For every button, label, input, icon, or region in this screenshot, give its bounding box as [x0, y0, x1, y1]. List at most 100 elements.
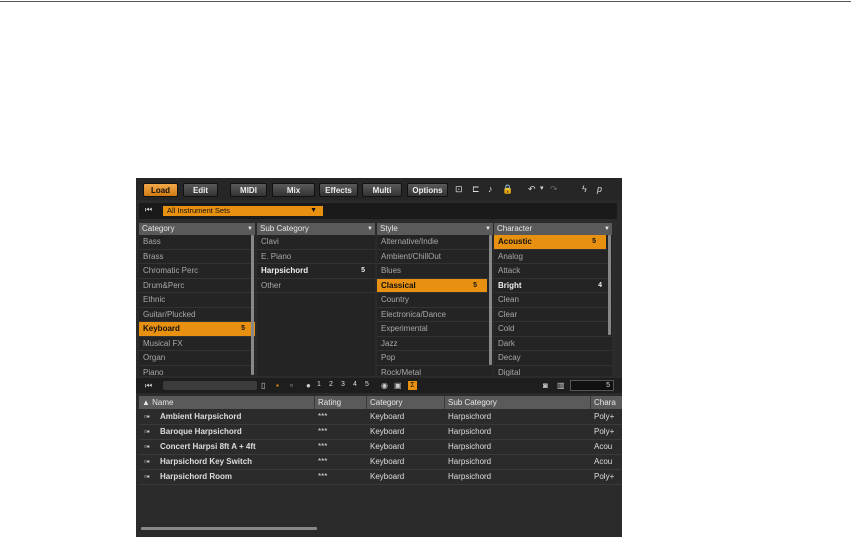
style-item[interactable]: Rock/Metal	[377, 366, 493, 377]
table-row[interactable]: ▫▪ Harpsichord Key Switch *** Keyboard H…	[139, 455, 622, 470]
category-column: Category ▼ Bass Brass Chromatic Perc Drum…	[139, 223, 255, 376]
rating-1[interactable]: 1	[317, 381, 321, 388]
row-character: Acou	[594, 442, 613, 451]
style-item[interactable]: Experimental	[377, 322, 493, 337]
sync-icon[interactable]: ◙	[543, 381, 548, 390]
tab-edit[interactable]: Edit	[183, 183, 218, 197]
rating-column-header[interactable]: Rating	[315, 396, 367, 409]
p-icon[interactable]: p	[597, 184, 602, 194]
category-header[interactable]: Category ▼	[139, 223, 255, 235]
rating-5[interactable]: 5	[365, 381, 369, 388]
view-mode-icon[interactable]: ▯	[261, 381, 265, 390]
category-item[interactable]: Guitar/Plucked	[139, 308, 255, 322]
style-item[interactable]: Alternative/Indie	[377, 235, 493, 250]
category-item-selected[interactable]: Keyboard 5	[139, 322, 255, 337]
chevron-down-icon: ▼	[367, 226, 373, 232]
settings-icon[interactable]: ◉	[381, 381, 388, 390]
subcategory-item[interactable]: E. Piano	[257, 250, 375, 264]
skip-back-icon[interactable]: ⏮	[145, 381, 152, 391]
tab-options[interactable]: Options	[407, 183, 448, 197]
undo-dropdown-icon[interactable]: ▾	[540, 184, 544, 192]
category-item[interactable]: Musical FX	[139, 337, 255, 351]
rating-3[interactable]: 3	[341, 381, 345, 388]
undo-icon[interactable]: ↶	[528, 184, 536, 195]
program-filter-icon[interactable]: ▪	[276, 381, 279, 390]
character-item[interactable]: Attack	[494, 264, 612, 279]
table-row[interactable]: ▫▪ Ambient Harpsichord *** Keyboard Harp…	[139, 410, 622, 425]
skip-back-icon[interactable]: ⏮	[145, 205, 152, 215]
category-item[interactable]: Drum&Perc	[139, 279, 255, 293]
character-scrollbar[interactable]	[608, 235, 611, 335]
character-item[interactable]: Analog	[494, 250, 612, 264]
lock-icon[interactable]: 🔒	[502, 184, 513, 195]
row-rating: ***	[318, 457, 328, 466]
tab-multi[interactable]: Multi	[362, 183, 402, 197]
tab-effects[interactable]: Effects	[319, 183, 358, 197]
category-column-header[interactable]: Category	[367, 396, 445, 409]
style-item[interactable]: Electronica/Dance	[377, 308, 493, 322]
table-row[interactable]: ▫▪ Baroque Harpsichord *** Keyboard Harp…	[139, 425, 622, 440]
text-search-input[interactable]	[163, 381, 257, 390]
table-row[interactable]: ▫▪ Harpsichord Room *** Keyboard Harpsic…	[139, 470, 622, 485]
name-column-header[interactable]: ▲ Name	[139, 396, 315, 409]
subcategory-item[interactable]: Clavi	[257, 235, 375, 250]
style-item[interactable]: Jazz	[377, 337, 493, 351]
style-item[interactable]: Blues	[377, 264, 493, 279]
instrument-browser: Load Edit MIDI Mix Effects Multi Options…	[136, 178, 622, 537]
performance-icon[interactable]: ϟ	[582, 184, 587, 194]
style-item-selected[interactable]: Classical 5	[377, 278, 487, 293]
category-item[interactable]: Organ	[139, 351, 255, 366]
character-item[interactable]: Clean	[494, 293, 612, 308]
subcategory-column-header[interactable]: Sub Category	[445, 396, 591, 409]
character-item[interactable]: Dark	[494, 337, 612, 351]
character-item[interactable]: Clear	[494, 308, 612, 322]
table-row[interactable]: ▫▪ Concert Harpsi 8ft A + 4ft *** Keyboa…	[139, 440, 622, 455]
category-scrollbar[interactable]	[251, 235, 254, 375]
character-item[interactable]: Bright 4	[494, 279, 612, 293]
row-name: Harpsichord Room	[160, 472, 233, 481]
program-icon: ▫▪	[144, 412, 150, 421]
layout-icon[interactable]: ⊏	[472, 184, 480, 195]
style-item[interactable]: Pop	[377, 351, 493, 366]
category-item[interactable]: Chromatic Perc	[139, 264, 255, 279]
category-item[interactable]: Ethnic	[139, 293, 255, 308]
row-category: Keyboard	[370, 457, 405, 466]
instrument-set-select[interactable]: All Instrument Sets ▼	[163, 206, 323, 216]
category-item[interactable]: Brass	[139, 250, 255, 264]
style-scrollbar[interactable]	[489, 235, 492, 365]
tab-mix[interactable]: Mix	[272, 183, 315, 197]
character-column-header[interactable]: Chara	[591, 396, 622, 409]
sigma-icon[interactable]: Σ	[408, 381, 417, 390]
style-item[interactable]: Country	[377, 293, 493, 308]
subcategory-column: Sub Category ▼ Clavi E. Piano Harpsichord…	[257, 223, 375, 376]
layer-filter-icon[interactable]: ▫	[290, 381, 293, 390]
tab-load[interactable]: Load	[143, 183, 178, 197]
character-item[interactable]: Decay	[494, 351, 612, 366]
category-item[interactable]: Piano	[139, 366, 255, 377]
rating-4[interactable]: 4	[353, 381, 357, 388]
toolbar: Load Edit MIDI Mix Effects Multi Options…	[136, 178, 622, 200]
save-icon[interactable]: ▣	[394, 381, 402, 390]
keyboard-view-icon[interactable]: ⊡	[455, 184, 463, 195]
rating-2[interactable]: 2	[329, 381, 333, 388]
columns-icon[interactable]: ▥	[557, 381, 565, 390]
program-icon: ▫▪	[144, 472, 150, 481]
midi-note-icon[interactable]: ♪	[488, 184, 493, 194]
chevron-down-icon: ▼	[310, 207, 317, 214]
subcategory-item[interactable]: Harpsichord 5	[257, 264, 375, 279]
subcategory-item[interactable]: Other	[257, 279, 375, 293]
results-header: ▲ Name Rating Category Sub Category Char…	[139, 396, 622, 409]
redo-icon[interactable]: ↷	[550, 184, 558, 195]
rating-reset-icon[interactable]: ●	[306, 381, 311, 390]
character-item[interactable]: Digital	[494, 366, 612, 377]
chevron-down-icon: ▼	[604, 226, 610, 232]
subcategory-header[interactable]: Sub Category ▼	[257, 223, 375, 235]
tab-midi[interactable]: MIDI	[230, 183, 267, 197]
character-item-selected[interactable]: Acoustic 5	[494, 235, 606, 250]
results-horizontal-scrollbar[interactable]	[141, 527, 317, 530]
category-item[interactable]: Bass	[139, 235, 255, 250]
character-header[interactable]: Character ▼	[494, 223, 612, 235]
style-item[interactable]: Ambient/ChillOut	[377, 250, 493, 264]
character-item[interactable]: Cold	[494, 322, 612, 337]
style-header[interactable]: Style ▼	[377, 223, 493, 235]
